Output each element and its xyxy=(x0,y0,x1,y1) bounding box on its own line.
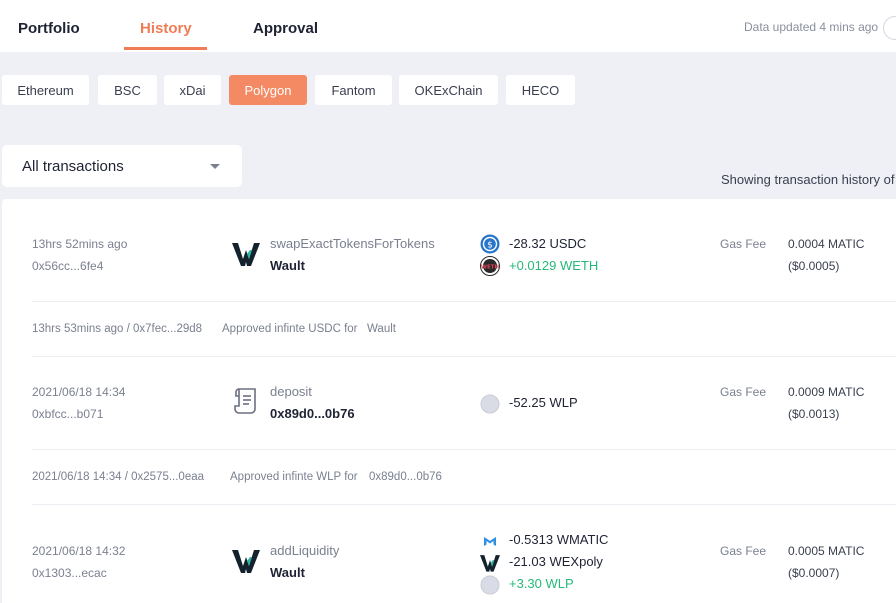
tab-approval[interactable]: Approval xyxy=(253,20,318,37)
approval-time-hash: 13hrs 53mins ago / 0x7fec...29d8 xyxy=(32,323,203,335)
tx-hash[interactable]: 0x1303...ecac xyxy=(32,566,107,580)
tx-project[interactable]: Wault xyxy=(270,565,305,580)
gas-fee-usd: ($0.0007) xyxy=(788,566,840,580)
tab-portfolio[interactable]: Portfolio xyxy=(18,20,80,37)
approval-text: Approved infinte WLP for xyxy=(230,471,358,483)
approval-row[interactable]: 13hrs 53mins ago / 0x7fec...29d8 Approve… xyxy=(32,302,896,356)
transaction-row[interactable]: 13hrs 52mins ago 0x56cc...6fe4 swapExact… xyxy=(32,199,896,301)
token-amount: -28.32 USDC xyxy=(509,236,587,251)
chain-chip-okexchain[interactable]: OKExChain xyxy=(399,75,498,105)
tx-time: 13hrs 52mins ago xyxy=(32,237,128,251)
gas-fee-value: 0.0004 MATIC xyxy=(788,237,865,251)
chain-chip-polygon[interactable]: Polygon xyxy=(229,75,307,105)
token-amount: +0.0129 WETH xyxy=(509,258,599,273)
transaction-list: 13hrs 52mins ago 0x56cc...6fe4 swapExact… xyxy=(2,199,896,603)
gas-fee-value: 0.0009 MATIC xyxy=(788,385,865,399)
tx-time: 2021/06/18 14:32 xyxy=(32,544,126,558)
chain-chip-fantom[interactable]: Fantom xyxy=(315,75,392,105)
transaction-type-select[interactable]: All transactions xyxy=(2,145,242,187)
token-amount: -52.25 WLP xyxy=(509,395,578,410)
tx-method: deposit xyxy=(270,384,312,399)
tx-hash[interactable]: 0x56cc...6fe4 xyxy=(32,259,103,273)
chain-chip-bsc[interactable]: BSC xyxy=(98,75,157,105)
chain-chip-ethereum[interactable]: Ethereum xyxy=(2,75,89,105)
refresh-toggle[interactable] xyxy=(883,16,896,40)
gas-fee-value: 0.0005 MATIC xyxy=(788,544,865,558)
gas-fee-usd: ($0.0005) xyxy=(788,259,840,273)
token-amount: -21.03 WEXpoly xyxy=(509,554,603,569)
tx-method: swapExactTokensForTokens xyxy=(270,236,435,251)
tx-hash[interactable]: 0xbfcc...b071 xyxy=(32,407,103,421)
data-updated-text: Data updated 4 mins ago xyxy=(744,20,879,34)
chain-chip-heco[interactable]: HECO xyxy=(506,75,575,105)
wlp-icon xyxy=(480,575,500,595)
token-amount: -0.5313 WMATIC xyxy=(509,532,609,547)
weth-icon: WETH xyxy=(480,256,500,276)
approval-target[interactable]: Wault xyxy=(367,323,396,335)
tx-project[interactable]: Wault xyxy=(270,258,305,273)
gas-fee-label: Gas Fee xyxy=(720,544,767,558)
wault-logo-icon xyxy=(232,243,260,266)
transaction-row[interactable]: 2021/06/18 14:34 0xbfcc...b071 deposit 0… xyxy=(32,357,896,449)
active-tab-indicator xyxy=(124,47,207,50)
gas-fee-usd: ($0.0013) xyxy=(788,407,840,421)
approval-row[interactable]: 2021/06/18 14:34 / 0x2575...0eaa Approve… xyxy=(32,450,896,504)
wmatic-icon xyxy=(484,537,496,546)
select-value: All transactions xyxy=(22,157,124,175)
svg-text:WETH: WETH xyxy=(481,265,500,271)
gas-fee-label: Gas Fee xyxy=(720,385,767,399)
gas-fee-label: Gas Fee xyxy=(720,237,767,251)
token-amount: +3.30 WLP xyxy=(509,576,574,591)
svg-text:$: $ xyxy=(487,241,493,251)
approval-time-hash: 2021/06/18 14:34 / 0x2575...0eaa xyxy=(32,471,205,483)
chain-chip-xdai[interactable]: xDai xyxy=(164,75,221,105)
chevron-down-icon xyxy=(210,164,220,169)
tx-project[interactable]: 0x89d0...0b76 xyxy=(270,406,355,421)
approval-target[interactable]: 0x89d0...0b76 xyxy=(369,471,442,483)
usdc-icon: $ xyxy=(480,234,500,254)
approval-text: Approved infinte USDC for xyxy=(222,323,358,335)
tx-method: addLiquidity xyxy=(270,543,340,558)
top-nav: Portfolio History Approval Data updated … xyxy=(0,0,896,52)
wlp-icon xyxy=(480,394,500,414)
showing-history-text: Showing transaction history of xyxy=(721,172,895,187)
contract-scroll-icon xyxy=(234,388,256,414)
wex-icon xyxy=(480,555,500,572)
transaction-row[interactable]: 2021/06/18 14:32 0x1303...ecac addLiquid… xyxy=(32,505,896,603)
tx-time: 2021/06/18 14:34 xyxy=(32,385,126,399)
wault-logo-icon xyxy=(232,550,260,573)
tab-history[interactable]: History xyxy=(140,20,192,37)
